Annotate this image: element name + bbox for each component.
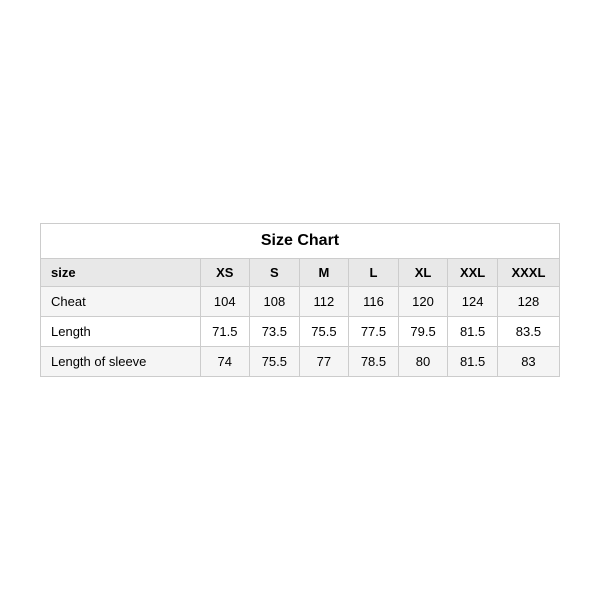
- header-cell-7: XXXL: [497, 259, 559, 287]
- table-row: Cheat104108112116120124128: [41, 287, 560, 317]
- size-chart-wrapper: Size Chart sizeXSSMLXLXXLXXXL Cheat10410…: [40, 223, 560, 377]
- row-label-1: Length: [41, 317, 201, 347]
- cell-1-5: 81.5: [448, 317, 498, 347]
- size-chart-table: Size Chart sizeXSSMLXLXXLXXXL Cheat10410…: [40, 223, 560, 377]
- table-body: Cheat104108112116120124128Length71.573.5…: [41, 287, 560, 377]
- cell-1-2: 75.5: [299, 317, 349, 347]
- header-cell-1: XS: [200, 259, 250, 287]
- cell-0-1: 108: [250, 287, 300, 317]
- table-row: Length of sleeve7475.57778.58081.583: [41, 347, 560, 377]
- cell-0-6: 128: [497, 287, 559, 317]
- cell-2-6: 83: [497, 347, 559, 377]
- header-row: sizeXSSMLXLXXLXXXL: [41, 259, 560, 287]
- cell-2-2: 77: [299, 347, 349, 377]
- cell-1-4: 79.5: [398, 317, 448, 347]
- cell-2-0: 74: [200, 347, 250, 377]
- cell-0-2: 112: [299, 287, 349, 317]
- chart-title: Size Chart: [41, 224, 560, 259]
- header-cell-3: M: [299, 259, 349, 287]
- header-cell-4: L: [349, 259, 399, 287]
- cell-2-1: 75.5: [250, 347, 300, 377]
- header-cell-5: XL: [398, 259, 448, 287]
- table-row: Length71.573.575.577.579.581.583.5: [41, 317, 560, 347]
- cell-0-5: 124: [448, 287, 498, 317]
- header-cell-2: S: [250, 259, 300, 287]
- header-cell-6: XXL: [448, 259, 498, 287]
- row-label-2: Length of sleeve: [41, 347, 201, 377]
- title-row: Size Chart: [41, 224, 560, 259]
- cell-2-4: 80: [398, 347, 448, 377]
- cell-0-0: 104: [200, 287, 250, 317]
- cell-1-6: 83.5: [497, 317, 559, 347]
- cell-1-1: 73.5: [250, 317, 300, 347]
- cell-2-5: 81.5: [448, 347, 498, 377]
- cell-1-0: 71.5: [200, 317, 250, 347]
- cell-0-4: 120: [398, 287, 448, 317]
- header-cell-0: size: [41, 259, 201, 287]
- row-label-0: Cheat: [41, 287, 201, 317]
- cell-1-3: 77.5: [349, 317, 399, 347]
- cell-2-3: 78.5: [349, 347, 399, 377]
- cell-0-3: 116: [349, 287, 399, 317]
